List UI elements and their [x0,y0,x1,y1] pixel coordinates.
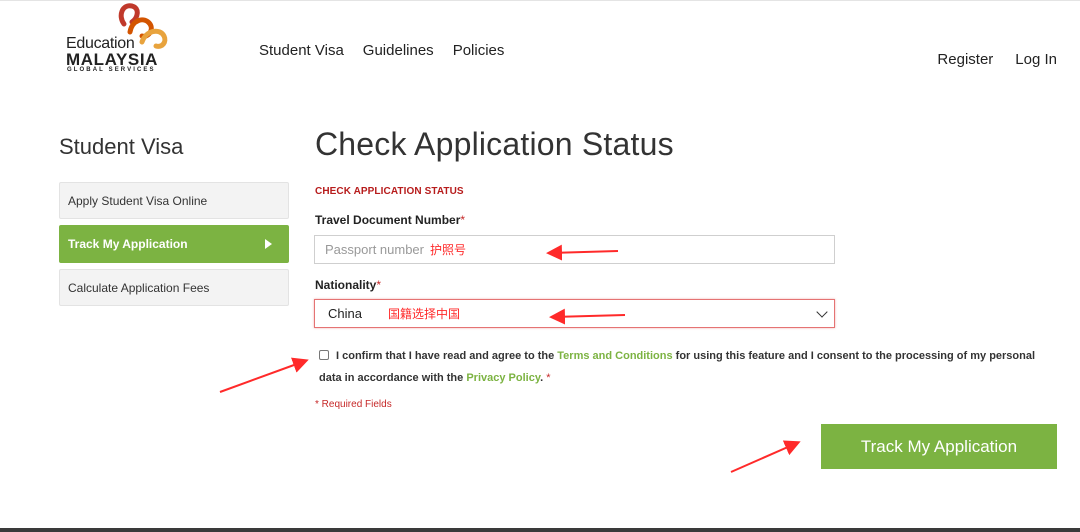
register-link[interactable]: Register [937,51,993,68]
sidebar-item-calculate-fees[interactable]: Calculate Application Fees [59,269,289,306]
track-my-application-button[interactable]: Track My Application [821,424,1057,469]
section-label: CHECK APPLICATION STATUS [315,186,464,197]
nationality-label: Nationality* [315,278,381,292]
consent-block: I confirm that I have read and agree to … [319,345,1039,389]
play-arrow-icon [265,239,272,249]
nationality-annotation: 国籍选择中国 [387,307,460,321]
nationality-label-text: Nationality [315,278,377,292]
sidebar-title: Student Visa [59,134,184,159]
nationality-select[interactable]: China 国籍选择中国 [314,299,835,328]
arrow-to-checkbox-icon [219,357,309,393]
page-title: Check Application Status [315,126,674,162]
footer-bar [0,528,1080,532]
logo-text-global-services: GLOBAL SERVICES [67,67,156,73]
main-nav: Student Visa Guidelines Policies [259,42,504,59]
nationality-selected-value: China [328,306,362,321]
arrow-to-submit-icon [730,440,801,473]
nav-student-visa[interactable]: Student Visa [259,42,344,59]
consent-suffix: . [540,372,544,384]
education-malaysia-logo[interactable]: Education MALAYSIA GLOBAL SERVICES [62,2,172,74]
travel-document-placeholder: Passport number [325,242,424,257]
consent-checkbox[interactable] [319,350,329,360]
required-fields-note: * Required Fields [315,399,392,410]
auth-nav: Register Log In [937,51,1057,68]
sidebar-menu: Apply Student Visa Online Track My Appli… [59,182,289,312]
travel-document-label: Travel Document Number* [315,213,465,227]
terms-link[interactable]: Terms and Conditions [557,350,672,362]
required-asterisk: * [460,213,466,227]
travel-document-input[interactable]: Passport number 护照号 [314,235,835,264]
required-asterisk: * [376,278,382,292]
travel-document-label-text: Travel Document Number [315,213,461,227]
top-divider [0,0,1080,1]
login-link[interactable]: Log In [1015,51,1057,68]
passport-annotation: 护照号 [430,243,467,257]
sidebar-item-label: Calculate Application Fees [68,280,210,295]
consent-prefix: I confirm that I have read and agree to … [336,350,555,362]
nav-policies[interactable]: Policies [453,42,505,59]
sidebar-item-apply-student-visa[interactable]: Apply Student Visa Online [59,182,289,219]
sidebar-item-label: Apply Student Visa Online [68,193,208,208]
nav-guidelines[interactable]: Guidelines [363,42,434,59]
privacy-policy-link[interactable]: Privacy Policy [466,372,540,384]
chevron-down-icon [816,306,828,318]
required-asterisk: * [546,372,551,384]
sidebar-item-track-my-application[interactable]: Track My Application [59,225,289,263]
sidebar-item-label: Track My Application [68,237,188,251]
